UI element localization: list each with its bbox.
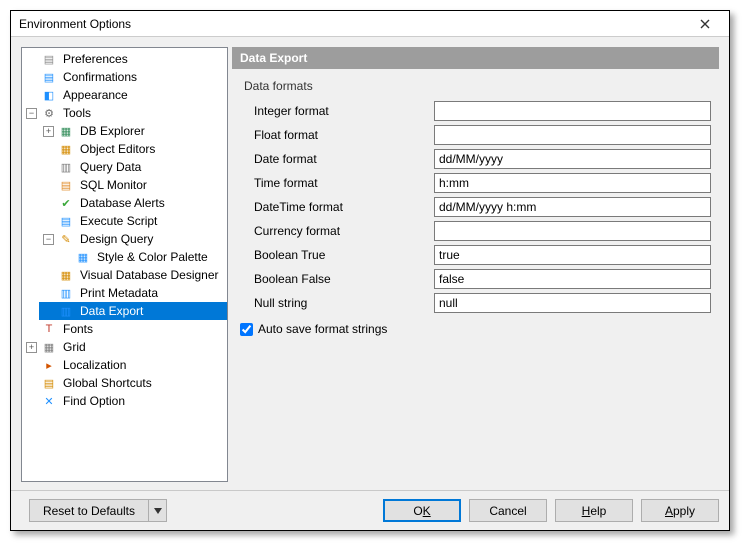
input-integer-format[interactable]	[434, 101, 711, 121]
tree-item-preferences[interactable]: ▤Preferences	[22, 50, 227, 68]
tree-item-database-alerts[interactable]: ✔Database Alerts	[39, 194, 227, 212]
row-auto-save: Auto save format strings	[240, 319, 711, 339]
keyboard-icon: ▤	[41, 375, 57, 391]
label-auto-save: Auto save format strings	[258, 322, 387, 336]
input-time-format[interactable]	[434, 173, 711, 193]
close-icon	[700, 19, 710, 29]
tree-item-execute-script[interactable]: ▤Execute Script	[39, 212, 227, 230]
tree-item-design-query[interactable]: −✎Design Query	[39, 230, 227, 248]
tree-item-localization[interactable]: ▸Localization	[22, 356, 227, 374]
input-datetime-format[interactable]	[434, 197, 711, 217]
tree-item-global-shortcuts[interactable]: ▤Global Shortcuts	[22, 374, 227, 392]
tree-item-visual-db-designer[interactable]: ▦Visual Database Designer	[39, 266, 227, 284]
tree-item-tools[interactable]: −⚙Tools	[22, 104, 227, 122]
query-icon: ▥	[58, 159, 74, 175]
grid-icon: ▦	[41, 339, 57, 355]
row-boolean-false: Boolean False	[254, 267, 711, 291]
label-date-format: Date format	[254, 152, 434, 166]
content-pane: Data Export Data formats Integer format …	[232, 47, 719, 482]
input-float-format[interactable]	[434, 125, 711, 145]
search-icon: ✕	[41, 393, 57, 409]
tree-item-data-export[interactable]: ▥Data Export	[39, 302, 227, 320]
row-null-string: Null string	[254, 291, 711, 315]
input-boolean-true[interactable]	[434, 245, 711, 265]
export-icon: ▥	[58, 303, 74, 319]
check-icon: ✔	[58, 195, 74, 211]
print-icon: ▥	[58, 285, 74, 301]
cancel-button[interactable]: Cancel	[469, 499, 547, 522]
font-icon: T	[41, 321, 57, 337]
checkbox-auto-save[interactable]	[240, 323, 253, 336]
label-float-format: Float format	[254, 128, 434, 142]
appearance-icon: ◧	[41, 87, 57, 103]
window: Environment Options ▤Preferences ▤Confir…	[10, 10, 730, 531]
label-null-string: Null string	[254, 296, 434, 310]
tree-item-sql-monitor[interactable]: ▤SQL Monitor	[39, 176, 227, 194]
reset-to-defaults-button[interactable]: Reset to Defaults	[29, 499, 149, 522]
row-datetime-format: DateTime format	[254, 195, 711, 219]
input-currency-format[interactable]	[434, 221, 711, 241]
tree-item-grid[interactable]: +▦Grid	[22, 338, 227, 356]
database-icon: ▦	[58, 123, 74, 139]
input-boolean-false[interactable]	[434, 269, 711, 289]
design-icon: ✎	[58, 231, 74, 247]
apply-button[interactable]: Apply	[641, 499, 719, 522]
row-time-format: Time format	[254, 171, 711, 195]
tree-item-confirmations[interactable]: ▤Confirmations	[22, 68, 227, 86]
palette-icon: ▦	[75, 249, 91, 265]
help-button[interactable]: Help	[555, 499, 633, 522]
titlebar: Environment Options	[11, 11, 729, 37]
sql-icon: ▤	[58, 177, 74, 193]
tree-item-print-metadata[interactable]: ▥Print Metadata	[39, 284, 227, 302]
designer-icon: ▦	[58, 267, 74, 283]
tree-item-appearance[interactable]: ◧Appearance	[22, 86, 227, 104]
input-null-string[interactable]	[434, 293, 711, 313]
label-integer-format: Integer format	[254, 104, 434, 118]
dialog-footer: Reset to Defaults OK Cancel Help Apply	[11, 490, 729, 530]
collapse-icon[interactable]: −	[43, 234, 54, 245]
tree-item-find-option[interactable]: ✕Find Option	[22, 392, 227, 410]
document-icon: ▤	[41, 69, 57, 85]
expand-icon[interactable]: +	[43, 126, 54, 137]
reset-to-defaults-split: Reset to Defaults	[21, 499, 167, 522]
row-currency-format: Currency format	[254, 219, 711, 243]
chevron-down-icon	[154, 508, 162, 514]
data-formats-group: Data formats Integer format Float format…	[240, 79, 711, 315]
document-icon: ▤	[41, 51, 57, 67]
dialog-body: ▤Preferences ▤Confirmations ◧Appearance …	[11, 37, 729, 490]
row-integer-format: Integer format	[254, 99, 711, 123]
row-date-format: Date format	[254, 147, 711, 171]
editor-icon: ▦	[58, 141, 74, 157]
label-datetime-format: DateTime format	[254, 200, 434, 214]
tree-item-db-explorer[interactable]: +▦DB Explorer	[39, 122, 227, 140]
row-boolean-true: Boolean True	[254, 243, 711, 267]
label-boolean-true: Boolean True	[254, 248, 434, 262]
label-currency-format: Currency format	[254, 224, 434, 238]
expand-icon[interactable]: +	[26, 342, 37, 353]
label-boolean-false: Boolean False	[254, 272, 434, 286]
tree-item-query-data[interactable]: ▥Query Data	[39, 158, 227, 176]
window-title: Environment Options	[19, 17, 685, 31]
script-icon: ▤	[58, 213, 74, 229]
collapse-icon[interactable]: −	[26, 108, 37, 119]
tree-item-fonts[interactable]: TFonts	[22, 320, 227, 338]
navigation-tree[interactable]: ▤Preferences ▤Confirmations ◧Appearance …	[21, 47, 228, 482]
ok-button[interactable]: OK	[383, 499, 461, 522]
group-legend: Data formats	[240, 79, 711, 93]
form-area: Data formats Integer format Float format…	[232, 69, 719, 482]
close-button[interactable]	[685, 14, 725, 34]
gear-icon: ⚙	[41, 105, 57, 121]
flag-icon: ▸	[41, 357, 57, 373]
row-float-format: Float format	[254, 123, 711, 147]
tree-item-style-color-palette[interactable]: ▦Style & Color Palette	[56, 248, 227, 266]
reset-to-defaults-dropdown[interactable]	[149, 499, 167, 522]
section-header: Data Export	[232, 47, 719, 69]
label-time-format: Time format	[254, 176, 434, 190]
input-date-format[interactable]	[434, 149, 711, 169]
tree-item-object-editors[interactable]: ▦Object Editors	[39, 140, 227, 158]
